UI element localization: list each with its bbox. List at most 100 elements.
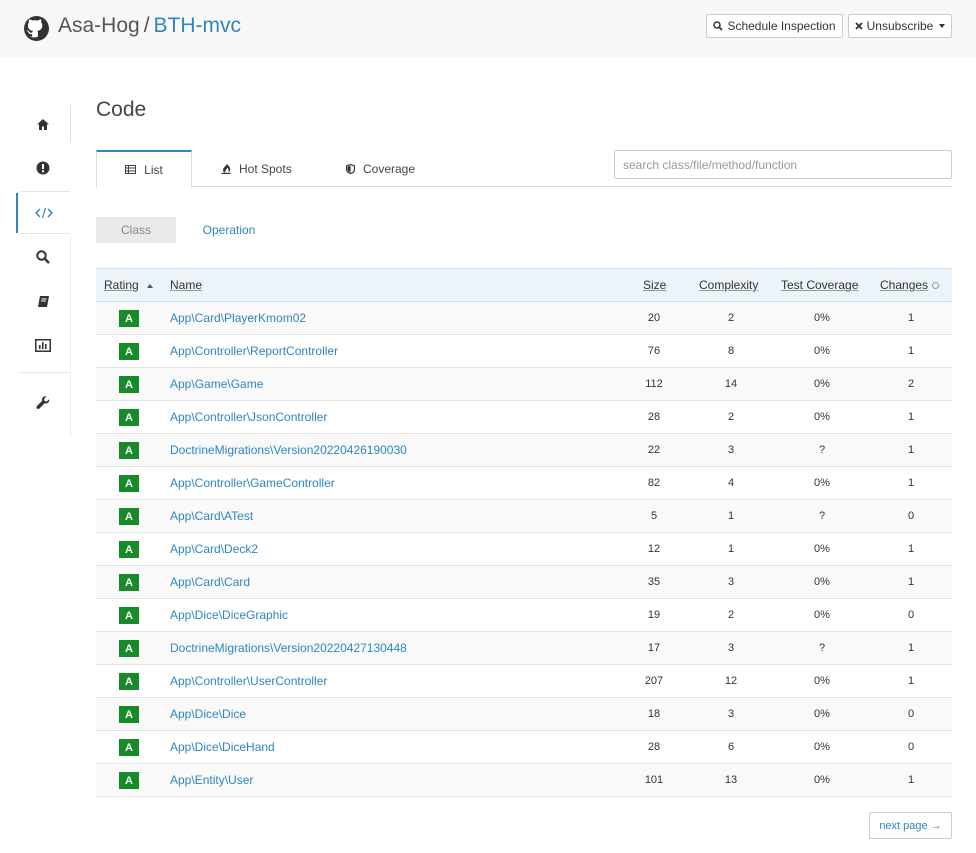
size-value: 28 — [647, 411, 661, 423]
tab-hotspots[interactable]: Hot Spots — [221, 150, 292, 187]
sort-asc-icon — [146, 283, 153, 288]
table-row: A App\Controller\UserController 207 12 0% 1 — [96, 665, 952, 698]
owner-link[interactable]: Asa-Hog — [58, 14, 140, 37]
size-value: 35 — [647, 576, 661, 588]
class-name-link[interactable]: App\Entity\User — [170, 773, 253, 787]
coverage-value: 0% — [814, 675, 830, 687]
table-row: A App\Card\ATest 5 1? 0 — [96, 500, 952, 533]
class-name-link[interactable]: App\Controller\ReportController — [170, 344, 338, 358]
unsubscribe-button[interactable]: Unsubscribe — [848, 14, 952, 38]
header-coverage[interactable]: Test Coverage — [781, 278, 858, 292]
rating-badge: A — [119, 508, 139, 525]
flame-icon — [221, 163, 231, 174]
rating-badge: A — [119, 376, 139, 393]
header-changes[interactable]: Changes — [880, 278, 940, 292]
class-name-link[interactable]: App\Game\Game — [170, 377, 263, 391]
sidebar-item-search[interactable] — [16, 237, 70, 277]
class-name-link[interactable]: App\Card\Card — [170, 575, 250, 589]
size-value: 82 — [647, 477, 661, 489]
size-value: 18 — [647, 708, 661, 720]
sidebar-item-code[interactable] — [16, 193, 70, 233]
size-value: 112 — [645, 378, 663, 390]
complexity-value: 2 — [727, 609, 735, 621]
top-header: Asa-Hog / BTH-mvc Schedule Inspection Unsu… — [0, 0, 976, 57]
class-name-link[interactable]: App\Dice\DiceHand — [170, 740, 275, 754]
changes-value: 1 — [907, 477, 915, 489]
complexity-value: 4 — [727, 477, 735, 489]
size-value: 28 — [647, 741, 661, 753]
header-complexity[interactable]: Complexity — [699, 278, 758, 292]
class-name-link[interactable]: App\Dice\DiceGraphic — [170, 608, 288, 622]
sidebar-divider — [20, 372, 70, 373]
code-table: Rating Name Size Complexity Test Coverag… — [96, 268, 952, 797]
rating-badge: A — [119, 475, 139, 492]
repo-link[interactable]: BTH-mvc — [154, 14, 242, 37]
changes-value: 1 — [907, 444, 915, 456]
class-name-link[interactable]: App\Controller\JsonController — [170, 410, 327, 424]
class-name-link[interactable]: App\Dice\Dice — [170, 707, 246, 721]
table-row: A App\Card\PlayerKmom02 20 2 0% 1 — [96, 302, 952, 335]
search-input[interactable] — [614, 150, 952, 179]
complexity-value: 14 — [724, 378, 738, 390]
tab-coverage[interactable]: Coverage — [346, 150, 415, 187]
github-icon[interactable] — [24, 16, 49, 41]
changes-value: 1 — [907, 774, 915, 786]
coverage-value: 0% — [814, 411, 830, 423]
class-name-link[interactable]: DoctrineMigrations\Version20220426190030 — [170, 443, 407, 457]
rating-badge: A — [119, 442, 139, 459]
complexity-value: 3 — [727, 708, 735, 720]
class-name-link[interactable]: App\Controller\UserController — [170, 674, 327, 688]
size-value: 207 — [644, 675, 664, 687]
coverage-value: 0% — [814, 312, 830, 324]
header-rating[interactable]: Rating — [104, 278, 153, 292]
gear-icon[interactable] — [932, 282, 940, 290]
changes-value: 1 — [907, 642, 915, 654]
subtab-operation[interactable]: Operation — [188, 217, 270, 243]
sidebar-item-issues[interactable] — [16, 148, 70, 188]
rating-badge: A — [119, 607, 139, 624]
wrench-icon — [36, 396, 50, 410]
complexity-value: 3 — [727, 576, 735, 588]
tab-list[interactable]: List — [96, 150, 192, 188]
class-name-link[interactable]: App\Controller\GameController — [170, 476, 335, 490]
sidebar-item-home[interactable] — [16, 104, 70, 144]
coverage-value: 0% — [814, 774, 830, 786]
rating-badge: A — [119, 541, 139, 558]
rating-badge: A — [119, 574, 139, 591]
coverage-value: 0% — [814, 543, 830, 555]
rating-badge: A — [119, 673, 139, 690]
sidebar-item-stats[interactable] — [16, 325, 70, 365]
complexity-value: 13 — [724, 774, 738, 786]
rating-badge: A — [119, 772, 139, 789]
home-icon — [37, 118, 49, 130]
table-row: A App\Controller\GameController 82 4 0% 1 — [96, 467, 952, 500]
complexity-value: 8 — [727, 345, 735, 357]
sidebar-divider — [20, 191, 70, 192]
size-value: 20 — [647, 312, 661, 324]
sidebar-item-docs[interactable] — [16, 281, 70, 321]
next-page-button[interactable]: next page → — [869, 812, 952, 839]
rating-badge: A — [119, 739, 139, 756]
complexity-value: 2 — [727, 312, 735, 324]
class-name-link[interactable]: App\Card\Deck2 — [170, 542, 258, 556]
changes-value: 1 — [907, 411, 915, 423]
coverage-value: 0% — [814, 345, 830, 357]
class-name-link[interactable]: App\Card\ATest — [170, 509, 253, 523]
schedule-label: Schedule Inspection — [727, 19, 836, 33]
coverage-value: 0% — [814, 609, 830, 621]
class-name-link[interactable]: App\Card\PlayerKmom02 — [170, 311, 306, 325]
table-row: A App\Entity\User 101 13 0% 1 — [96, 764, 952, 797]
table-row: A App\Card\Deck2 12 1 0% 1 — [96, 533, 952, 566]
header-name[interactable]: Name — [170, 278, 202, 292]
header-size[interactable]: Size — [643, 278, 666, 292]
tab-hotspots-label: Hot Spots — [239, 161, 292, 176]
sidebar — [0, 57, 72, 437]
changes-value: 0 — [907, 741, 915, 753]
rating-badge: A — [119, 310, 139, 327]
chevron-down-icon — [939, 24, 946, 28]
subtab-class[interactable]: Class — [96, 217, 176, 243]
class-name-link[interactable]: DoctrineMigrations\Version20220427130448 — [170, 641, 407, 655]
schedule-inspection-button[interactable]: Schedule Inspection — [706, 14, 843, 38]
sidebar-item-settings[interactable] — [16, 383, 70, 423]
complexity-value: 3 — [727, 642, 735, 654]
